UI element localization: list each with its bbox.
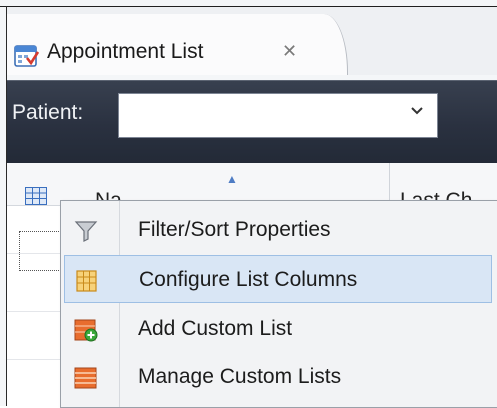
columns-icon [75,269,99,293]
editor-tab-strip: Appointment List ✕ [7,7,497,75]
menu-item-manage-custom-lists[interactable]: Manage Custom Lists [64,353,492,401]
chevron-down-icon[interactable] [409,102,425,123]
manage-lists-icon [74,366,98,390]
patient-combobox[interactable] [118,93,438,138]
tab-appointment-list[interactable]: Appointment List ✕ [7,14,348,75]
menu-item-label: Manage Custom Lists [138,365,342,388]
menu-item-filter-sort-properties[interactable]: Filter/Sort Properties [64,206,492,254]
app-frame: Appointment List ✕ Patient: ▲ Filter/Sor… [0,0,497,408]
patient-label: Patient: [12,101,84,124]
sort-ascending-icon: ▲ [226,172,238,186]
table-grid-icon[interactable] [25,187,47,205]
funnel-icon [74,219,98,243]
menu-item-label: Filter/Sort Properties [138,218,331,241]
menu-item-label: Configure List Columns [139,268,358,291]
close-icon[interactable]: ✕ [282,41,297,61]
patient-filter-bar: Patient: [7,80,497,163]
add-list-icon [74,318,98,342]
menu-item-configure-list-columns[interactable]: Configure List Columns [64,255,492,303]
tab-title: Appointment List [47,40,204,63]
menu-item-label: Add Custom List [138,317,293,340]
appointment-calendar-icon [14,43,40,68]
column-separator[interactable] [389,163,390,205]
menu-item-add-custom-list[interactable]: Add Custom List [64,305,492,353]
context-menu: Filter/Sort Properties Configure List Co… [60,200,497,408]
